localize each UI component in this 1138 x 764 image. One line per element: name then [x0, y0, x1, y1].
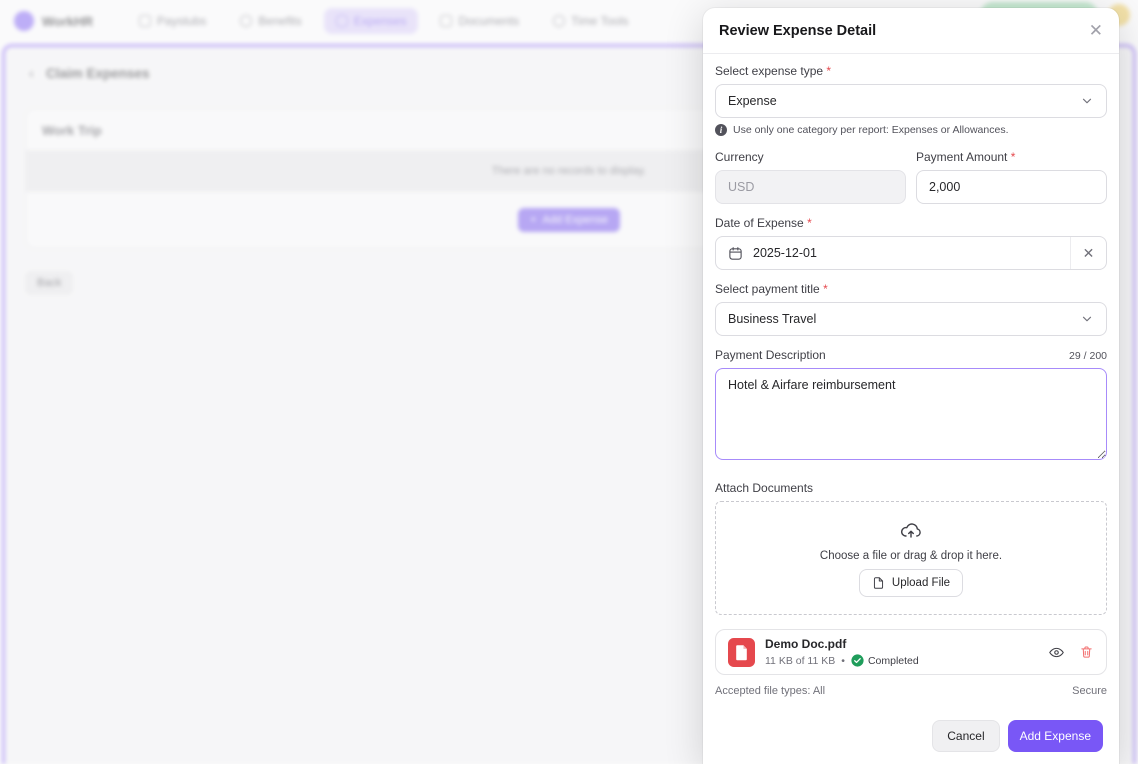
file-name: Demo Doc.pdf	[765, 637, 847, 651]
secure-label: Secure	[1072, 685, 1107, 697]
add-expense-button[interactable]: Add Expense	[1007, 720, 1103, 752]
review-expense-modal: Review Expense Detail ✕ Select expense t…	[703, 8, 1119, 764]
currency-label: Currency	[715, 150, 764, 164]
date-value: 2025-12-01	[753, 246, 817, 260]
preview-file-button[interactable]	[1048, 644, 1065, 661]
eye-icon	[1048, 644, 1065, 661]
file-size: 11 KB of 11 KB	[765, 654, 836, 667]
required-asterisk: *	[823, 282, 828, 296]
accepted-file-types: Accepted file types: All	[715, 685, 826, 697]
cancel-button[interactable]: Cancel	[932, 720, 1000, 752]
clear-date-icon[interactable]: ✕	[1070, 237, 1106, 269]
info-icon: i	[715, 124, 727, 136]
dropzone-text: Choose a file or drag & drop it here.	[819, 550, 1003, 562]
expense-type-hint: Use only one category per report: Expens…	[733, 124, 1009, 136]
check-circle-icon	[851, 654, 864, 667]
delete-file-button[interactable]	[1079, 644, 1094, 660]
payment-title-label: Select payment title *	[715, 282, 828, 296]
uploaded-file-row: Demo Doc.pdf 11 KB of 11 KB • Completed	[715, 629, 1107, 675]
upload-file-icon	[872, 576, 885, 590]
payment-amount-input[interactable]	[916, 170, 1107, 204]
file-status-text: Completed	[867, 654, 919, 667]
payment-description-textarea[interactable]: Hotel & Airfare reimbursement	[715, 368, 1107, 460]
pdf-file-icon	[728, 637, 755, 667]
currency-input	[715, 170, 906, 204]
upload-file-button[interactable]: Upload File	[858, 569, 964, 597]
char-counter: 29 / 200	[1069, 350, 1107, 362]
modal-title: Review Expense Detail	[719, 22, 877, 39]
payment-description-label: Payment Description	[715, 348, 826, 362]
payment-title-value: Business Travel	[728, 312, 817, 326]
trash-icon	[1079, 644, 1094, 660]
required-asterisk: *	[826, 64, 832, 78]
date-of-expense-input[interactable]: 2025-12-01 ✕	[715, 236, 1107, 270]
chevron-down-icon	[1080, 312, 1094, 326]
cloud-upload-icon	[899, 519, 923, 543]
required-asterisk: *	[807, 216, 812, 230]
chevron-down-icon	[1080, 94, 1094, 108]
dot-separator: •	[841, 654, 845, 667]
expense-type-select[interactable]: Expense	[715, 84, 1107, 118]
close-icon[interactable]: ✕	[1089, 22, 1103, 39]
file-dropzone[interactable]: Choose a file or drag & drop it here. Up…	[715, 501, 1107, 615]
expense-type-value: Expense	[728, 94, 777, 108]
date-of-expense-label: Date of Expense *	[715, 216, 812, 230]
required-asterisk: *	[1010, 150, 1016, 164]
calendar-icon	[728, 246, 743, 261]
payment-amount-label: Payment Amount *	[916, 150, 1016, 164]
payment-title-select[interactable]: Business Travel	[715, 302, 1107, 336]
expense-type-label: Select expense type *	[715, 64, 832, 78]
attach-documents-label: Attach Documents	[715, 481, 814, 495]
